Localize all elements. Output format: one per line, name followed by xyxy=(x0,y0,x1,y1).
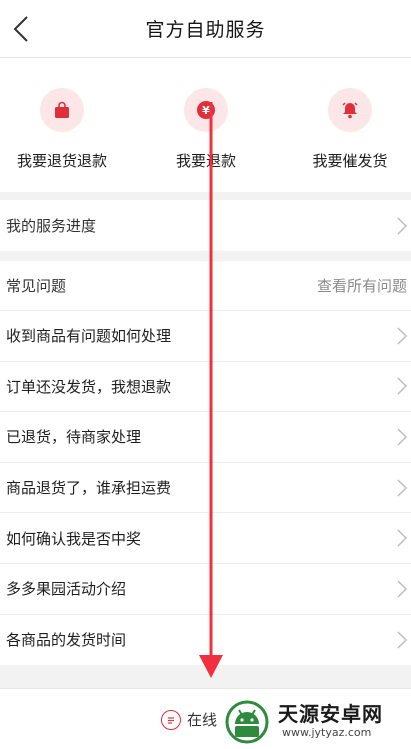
chevron-right-icon xyxy=(397,217,407,234)
faq-item-label: 各商品的发货时间 xyxy=(6,631,127,650)
chevron-right-icon xyxy=(397,631,407,649)
chat-icon xyxy=(161,709,181,730)
faq-item[interactable]: 各商品的发货时间 xyxy=(0,615,411,666)
chevron-left-icon xyxy=(13,16,28,42)
watermark-name: 天源安卓网 xyxy=(278,702,383,726)
svg-text:¥: ¥ xyxy=(202,104,210,117)
faq-item[interactable]: 收到商品有问题如何处理 xyxy=(0,311,411,362)
quick-actions: 我要退货退款 ¥ 我要退款 我要催发货 xyxy=(0,58,411,192)
faq-item-label: 多多果园活动介绍 xyxy=(6,580,127,599)
yen-icon: ¥ xyxy=(184,88,228,132)
faq-item[interactable]: 已退货，待商家处理 xyxy=(0,412,411,463)
shopping-bag-icon xyxy=(40,88,84,132)
faq-section: 常见问题 查看所有问题 收到商品有问题如何处理 订单还没发货，我想退款 已退货，… xyxy=(0,261,411,665)
quick-action-urge-shipping[interactable]: 我要催发货 xyxy=(285,88,411,171)
faq-item-label: 订单还没发货，我想退款 xyxy=(6,377,172,396)
watermark-url: www.jytyaz.com xyxy=(282,726,372,739)
service-progress-row[interactable]: 我的服务进度 xyxy=(0,200,411,251)
faq-item-label: 商品退货了，谁承担运费 xyxy=(6,479,172,498)
chevron-right-icon xyxy=(397,529,407,547)
faq-item-label: 已退货，待商家处理 xyxy=(6,428,142,447)
faq-header: 常见问题 查看所有问题 xyxy=(0,261,411,311)
chevron-right-icon xyxy=(397,580,407,598)
android-logo-icon xyxy=(225,700,269,744)
see-all-questions-link[interactable]: 查看所有问题 xyxy=(317,275,407,296)
faq-item[interactable]: 多多果园活动介绍 xyxy=(0,564,411,615)
faq-title: 常见问题 xyxy=(6,277,67,295)
chevron-right-icon xyxy=(397,377,407,395)
quick-action-label: 我要退款 xyxy=(175,152,236,170)
quick-action-label: 我要退货退款 xyxy=(16,152,107,170)
header: 官方自助服务 xyxy=(0,0,411,58)
quick-action-label: 我要催发货 xyxy=(312,152,388,170)
chevron-right-icon xyxy=(397,428,407,446)
watermark: 天源安卓网 www.jytyaz.com xyxy=(218,694,408,746)
online-customer-service-button[interactable]: 在线 xyxy=(161,709,217,730)
quick-action-return-refund[interactable]: 我要退货退款 xyxy=(0,88,127,171)
faq-item[interactable]: 商品退货了，谁承担运费 xyxy=(0,463,411,514)
service-progress-label: 我的服务进度 xyxy=(6,217,97,235)
faq-item-label: 如何确认我是否中奖 xyxy=(6,529,142,548)
page-title: 官方自助服务 xyxy=(145,19,266,41)
chevron-right-icon xyxy=(397,327,407,345)
quick-action-refund[interactable]: ¥ 我要退款 xyxy=(141,88,271,171)
chevron-right-icon xyxy=(397,479,407,497)
customer-service-label: 在线 xyxy=(187,711,218,729)
faq-item-label: 收到商品有问题如何处理 xyxy=(6,327,172,346)
back-button[interactable] xyxy=(6,14,36,44)
faq-item[interactable]: 如何确认我是否中奖 xyxy=(0,513,411,564)
bell-icon xyxy=(328,88,372,132)
faq-item[interactable]: 订单还没发货，我想退款 xyxy=(0,362,411,413)
